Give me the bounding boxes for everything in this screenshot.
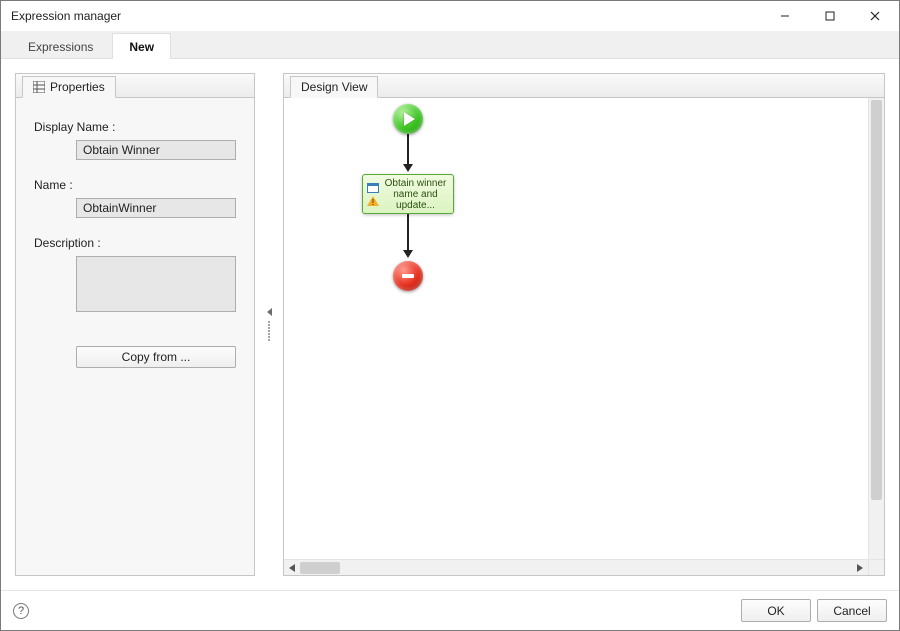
copy-from-button[interactable]: Copy from ...	[76, 346, 236, 368]
display-name-field[interactable]: Obtain Winner	[76, 140, 236, 160]
ok-label: OK	[767, 604, 784, 618]
name-value: ObtainWinner	[83, 201, 156, 215]
footer: ? OK Cancel	[1, 590, 899, 630]
description-field[interactable]	[76, 256, 236, 312]
copy-from-label: Copy from ...	[122, 350, 191, 364]
play-icon	[404, 112, 415, 126]
properties-body: Display Name : Obtain Winner Name : Obta…	[16, 98, 254, 575]
edge-task-to-stop	[407, 214, 409, 252]
splitter[interactable]	[265, 73, 273, 576]
name-field[interactable]: ObtainWinner	[76, 198, 236, 218]
design-canvas[interactable]: Obtain winner name and update...	[284, 98, 868, 559]
properties-tab-label: Properties	[50, 80, 105, 94]
collapse-left-icon	[267, 308, 272, 316]
maximize-button[interactable]	[807, 2, 852, 30]
vertical-scrollbar[interactable]	[868, 98, 884, 559]
form-icon	[367, 183, 379, 193]
design-panel-tabhead: Design View	[284, 74, 884, 98]
design-view-tab-label: Design View	[301, 80, 367, 94]
horizontal-scrollbar-thumb[interactable]	[300, 562, 340, 574]
arrowhead-task-to-stop	[403, 250, 413, 258]
edge-start-to-task	[407, 134, 409, 166]
ok-button[interactable]: OK	[741, 599, 811, 622]
display-name-value: Obtain Winner	[83, 143, 160, 157]
properties-tab[interactable]: Properties	[22, 76, 116, 98]
properties-icon	[33, 81, 45, 93]
design-panel: Design View	[283, 73, 885, 576]
minimize-icon	[780, 11, 790, 21]
help-button[interactable]: ?	[13, 603, 29, 619]
close-icon	[870, 11, 880, 21]
cancel-button[interactable]: Cancel	[817, 599, 887, 622]
titlebar: Expression manager	[1, 1, 899, 31]
close-button[interactable]	[852, 2, 897, 30]
start-node[interactable]	[393, 104, 423, 134]
name-label: Name :	[34, 178, 236, 192]
scroll-right-icon[interactable]	[852, 560, 868, 576]
task-node-label: Obtain winner name and update...	[382, 178, 449, 211]
help-icon: ?	[18, 605, 24, 617]
design-view-tab[interactable]: Design View	[290, 76, 378, 98]
tab-expressions[interactable]: Expressions	[11, 33, 110, 59]
stop-icon	[402, 274, 414, 278]
main-tabbar: Expressions New	[1, 31, 899, 59]
task-node-obtain-winner[interactable]: Obtain winner name and update...	[362, 174, 454, 214]
properties-panel-tabhead: Properties	[16, 74, 254, 98]
tab-new[interactable]: New	[112, 33, 171, 59]
window-title: Expression manager	[11, 9, 762, 23]
horizontal-scrollbar[interactable]	[284, 559, 868, 575]
stop-node[interactable]	[393, 261, 423, 291]
minimize-button[interactable]	[762, 2, 807, 30]
design-wrap: Design View	[283, 73, 885, 576]
vertical-scrollbar-thumb[interactable]	[871, 100, 882, 500]
display-name-label: Display Name :	[34, 120, 236, 134]
properties-panel: Properties Display Name : Obtain Winner …	[15, 73, 255, 576]
scroll-left-icon[interactable]	[284, 560, 300, 576]
maximize-icon	[825, 11, 835, 21]
arrowhead-start-to-task	[403, 164, 413, 172]
flow-diagram: Obtain winner name and update...	[284, 98, 868, 559]
cancel-label: Cancel	[833, 604, 870, 618]
description-label: Description :	[34, 236, 236, 250]
expression-manager-window: Expression manager Expressions New	[0, 0, 900, 631]
warning-icon	[367, 196, 379, 206]
scrollbar-corner	[868, 559, 884, 575]
content-area: Properties Display Name : Obtain Winner …	[1, 59, 899, 590]
